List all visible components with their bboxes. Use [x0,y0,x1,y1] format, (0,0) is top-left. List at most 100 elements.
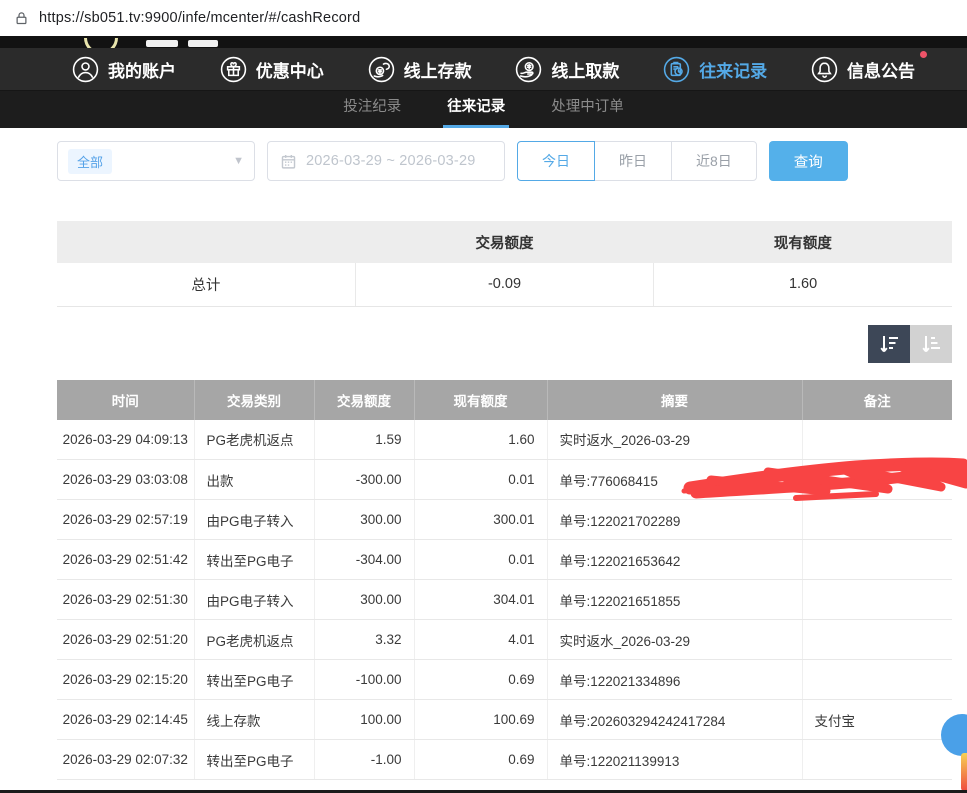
type-select[interactable]: 全部 ▼ [57,141,255,181]
header-remark: 备注 [802,380,952,420]
header-time: 时间 [57,380,194,420]
page: https://sb051.tv:9900/infe/mcenter/#/cas… [0,0,967,793]
partial-logo [84,38,118,48]
header-type: 交易类别 [194,380,314,420]
table-cell [802,420,952,460]
main-nav: 我的账户 优惠中心 线上存款 线上取款 往来记录 信息公告 [0,48,967,91]
filter-row: 全部 ▼ 2026-03-29 ~ 2026-03-29 今日 昨日 近8日 查… [57,141,952,181]
today-button[interactable]: 今日 [517,141,595,181]
table-cell: PG老虎机返点 [194,420,314,460]
sort-ascending-button[interactable] [910,325,952,363]
table-cell: 2026-03-29 02:15:20 [57,660,194,700]
table-cell: 单号:122021139913 [547,740,802,780]
summary-header-transaction: 交易额度 [355,221,653,263]
table-cell: 由PG电子转入 [194,500,314,540]
table-cell: -1.00 [314,740,414,780]
table-cell: 实时返水_2026-03-29 [547,420,802,460]
records-icon [663,56,690,83]
nav-item-promotions[interactable]: 优惠中心 [220,56,324,83]
table-cell: 100.69 [414,700,547,740]
sort-descending-button[interactable] [868,325,910,363]
table-cell: 0.01 [414,460,547,500]
table-cell: 单号:122021702289 [547,500,802,540]
summary-balance-total: 1.60 [654,263,952,306]
table-cell: 1.60 [414,420,547,460]
table-row: 2026-03-29 02:14:45线上存款100.00100.69单号:20… [57,700,952,740]
sort-ascending-icon [919,332,943,356]
summary-transaction-total: -0.09 [355,263,653,306]
partial-logo-text [188,40,218,47]
sort-descending-icon [877,332,901,356]
deposit-icon [368,56,395,83]
table-row: 2026-03-29 02:15:20转出至PG电子-100.000.69单号:… [57,660,952,700]
table-cell [802,740,952,780]
table-cell: 单号:122021653642 [547,540,802,580]
table-cell: 300.00 [314,580,414,620]
table-cell: 由PG电子转入 [194,580,314,620]
table-cell: 1.59 [314,420,414,460]
table-cell [802,500,952,540]
selected-type-chip: 全部 [68,149,112,174]
table-cell: 3.32 [314,620,414,660]
table-cell: 2026-03-29 02:07:32 [57,740,194,780]
table-row: 2026-03-29 02:57:19由PG电子转入300.00300.01单号… [57,500,952,540]
header-balance: 现有额度 [414,380,547,420]
last-8-days-button[interactable]: 近8日 [671,141,757,181]
table-cell: 304.01 [414,580,547,620]
summary-total-label: 总计 [57,263,355,306]
chevron-down-icon: ▼ [233,155,244,167]
calendar-icon [280,153,297,170]
sub-nav: 投注纪录 往来记录 处理中订单 [0,91,967,128]
table-row: 2026-03-29 02:51:42转出至PG电子-304.000.01单号:… [57,540,952,580]
nav-item-announcements[interactable]: 信息公告 [811,56,915,83]
quick-range-group: 今日 昨日 近8日 [517,141,757,181]
table-cell [802,540,952,580]
table-row: 2026-03-29 03:03:08出款-300.000.01单号:77606… [57,460,952,500]
url-text[interactable]: https://sb051.tv:9900/infe/mcenter/#/cas… [39,10,360,26]
lock-icon [14,11,29,26]
table-cell: 转出至PG电子 [194,740,314,780]
table-cell: 0.69 [414,740,547,780]
nav-item-my-account[interactable]: 我的账户 [72,56,176,83]
table-cell [802,620,952,660]
chat-widget-tail [961,753,967,791]
tab-cash-records[interactable]: 往来记录 [443,95,509,128]
nav-item-withdraw[interactable]: 线上取款 [515,56,619,83]
header-amount: 交易额度 [314,380,414,420]
nav-item-cash-records[interactable]: 往来记录 [663,56,767,83]
nav-label: 我的账户 [108,57,176,82]
table-cell: 单号:122021334896 [547,660,802,700]
table-cell: 支付宝 [802,700,952,740]
summary-table: 交易额度 现有额度 总计 -0.09 1.60 [57,221,952,307]
tab-bet-records[interactable]: 投注纪录 [339,95,405,128]
table-cell: -300.00 [314,460,414,500]
user-icon [72,56,99,83]
browser-url-bar: https://sb051.tv:9900/infe/mcenter/#/cas… [0,0,967,36]
content: 全部 ▼ 2026-03-29 ~ 2026-03-29 今日 昨日 近8日 查… [0,128,967,780]
records-body: 2026-03-29 04:09:13PG老虎机返点1.591.60实时返水_2… [57,420,952,780]
date-range-picker[interactable]: 2026-03-29 ~ 2026-03-29 [267,141,505,181]
bell-icon [811,56,838,83]
yesterday-button[interactable]: 昨日 [594,141,672,181]
table-row: 2026-03-29 04:09:13PG老虎机返点1.591.60实时返水_2… [57,420,952,460]
table-cell: 300.00 [314,500,414,540]
table-cell [802,460,952,500]
table-row: 2026-03-29 02:51:20PG老虎机返点3.324.01实时返水_2… [57,620,952,660]
nav-label: 优惠中心 [256,57,324,82]
tab-pending-orders[interactable]: 处理中订单 [547,95,628,128]
table-cell: 0.01 [414,540,547,580]
table-cell: 2026-03-29 02:51:30 [57,580,194,620]
search-button[interactable]: 查询 [769,141,848,181]
nav-item-deposit[interactable]: 线上存款 [368,56,472,83]
date-range-value: 2026-03-29 ~ 2026-03-29 [306,153,475,169]
table-cell: 2026-03-29 03:03:08 [57,460,194,500]
table-cell: 出款 [194,460,314,500]
logo-band [0,36,967,48]
summary-header-blank [57,221,355,263]
table-cell [802,660,952,700]
table-cell: 0.69 [414,660,547,700]
sort-controls [57,325,952,363]
table-cell: 实时返水_2026-03-29 [547,620,802,660]
table-cell [802,580,952,620]
header-summary: 摘要 [547,380,802,420]
